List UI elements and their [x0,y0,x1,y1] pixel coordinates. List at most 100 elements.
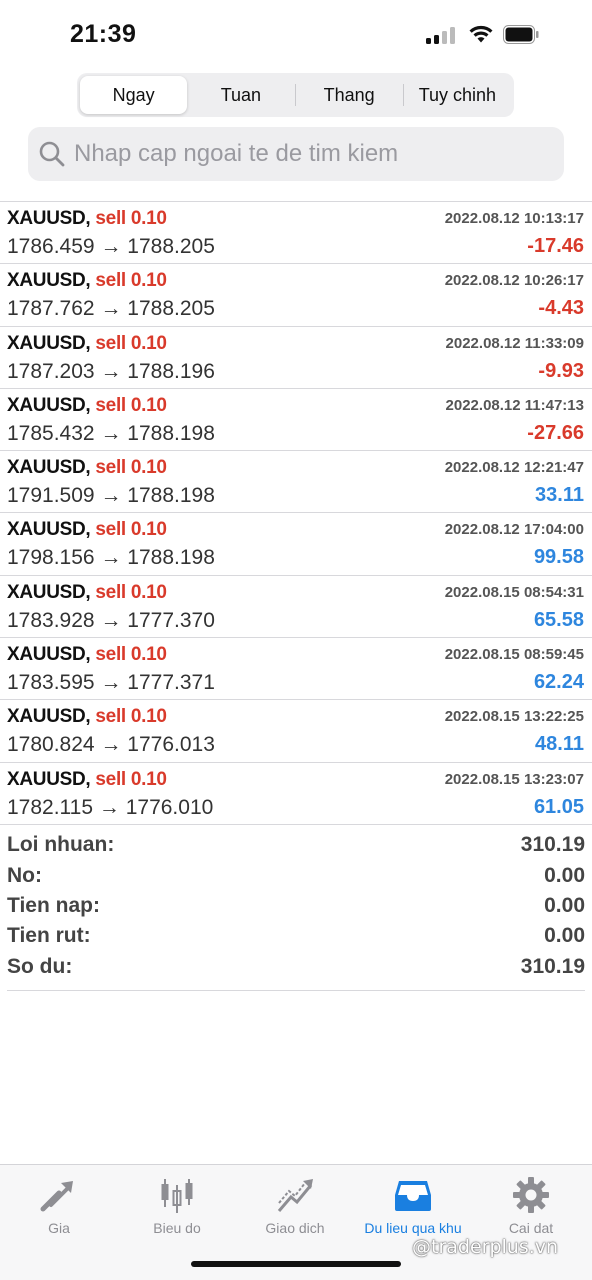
deal-symbol: XAUUSD, [7,644,91,666]
deal-prices: 1798.156 → 1788.198 [7,546,215,570]
deal-open-price: 1783.928 [7,608,95,632]
deal-side-volume: sell 0.10 [95,519,167,541]
deal-time: 2022.08.12 10:26:17 [444,272,584,290]
deal-profit: 62.24 [533,671,584,694]
deal-title: XAUUSD, sell 0.10 [7,769,167,791]
deal-side-volume: sell 0.10 [95,768,167,790]
deal-close-price: 1788.198 [127,421,215,445]
segment-week[interactable]: Tuan [187,76,294,114]
deal-close-price: 1776.010 [125,795,214,819]
deal-history-list: XAUUSD, sell 0.10 1786.459 → 1788.205 2022… [0,201,592,825]
deal-side-volume: sell 0.10 [95,581,167,603]
deal-row[interactable]: XAUUSD, sell 0.10 1798.156 → 1788.198 2022… [0,513,592,576]
summary-row: Loi nhuan: 310.19 [7,830,585,860]
deal-profit: 33.11 [535,484,584,507]
summary-row: So du: 310.19 [7,952,585,982]
summary-row: Tien rut: 0.00 [7,921,585,951]
deal-title: XAUUSD, sell 0.10 [7,270,167,292]
segment-week-label: Tuan [220,84,262,105]
deal-profit: -4.43 [538,297,584,320]
tab-chart[interactable]: Bieu do [118,1175,236,1236]
tab-trade[interactable]: Giao dich [236,1175,354,1236]
deal-prices: 1782.115 → 1776.010 [7,796,213,820]
deal-side-volume: sell 0.10 [95,394,167,416]
quotes-arrows-icon [40,1181,73,1212]
deal-title: XAUUSD, sell 0.10 [7,333,167,355]
wifi-icon [469,25,493,43]
arrow-right-icon: → [100,608,122,632]
deal-open-price: 1787.203 [7,359,95,383]
deal-symbol: XAUUSD, [7,208,91,229]
watermark: @traderplus.vn [412,1236,559,1258]
search-bar[interactable] [28,127,564,181]
deal-profit: 65.58 [533,608,584,631]
deal-row[interactable]: XAUUSD, sell 0.10 1787.762 → 1788.205 2022… [0,264,592,327]
tab-history[interactable]: Du lieu qua khu [354,1175,472,1236]
segment-custom[interactable]: Tuy chinh [404,76,511,114]
deal-open-price: 1782.115 [7,795,94,819]
deal-profit: 61.05 [533,795,584,818]
deal-close-price: 1788.205 [127,235,215,258]
deal-open-price: 1791.509 [7,484,95,508]
arrow-right-icon: → [100,546,122,570]
deal-close-price: 1788.196 [127,359,215,383]
summary-value: 310.19 [520,833,585,857]
deal-open-price: 1780.824 [7,733,95,757]
deal-profit: -17.46 [527,235,584,257]
arrow-right-icon: → [100,421,122,445]
deal-prices: 1780.824 → 1776.013 [7,733,215,757]
deal-side-volume: sell 0.10 [95,644,167,666]
deal-profit: 48.11 [535,733,584,756]
deal-close-price: 1777.371 [127,671,215,695]
search-input[interactable] [74,140,554,168]
deal-symbol: XAUUSD, [7,457,91,479]
deal-row[interactable]: XAUUSD, sell 0.10 1782.115 → 1776.010 2022… [0,763,592,825]
deal-time: 2022.08.12 10:13:17 [444,210,584,227]
deal-row[interactable]: XAUUSD, sell 0.10 1780.824 → 1776.013 2022… [0,700,592,763]
deal-side-volume: sell 0.10 [95,457,167,479]
deal-row[interactable]: XAUUSD, sell 0.10 1791.509 → 1788.198 2022… [0,451,592,514]
deal-time: 2022.08.15 13:23:07 [444,770,584,788]
summary-value: 310.19 [520,954,585,978]
deal-open-price: 1785.432 [7,421,95,445]
deal-title: XAUUSD, sell 0.10 [7,208,167,230]
status-bar: 21:39 [0,0,592,70]
deal-time: 2022.08.12 11:47:13 [445,396,584,414]
search-icon [39,141,65,167]
deal-symbol: XAUUSD, [7,768,91,790]
deal-prices: 1787.762 → 1788.205 [7,297,215,321]
battery-icon [503,25,539,44]
cellular-signal-icon [426,26,458,44]
deal-close-price: 1776.013 [127,733,215,757]
deal-prices: 1783.928 → 1777.370 [7,609,215,633]
summary-label: Tien rut: [7,924,91,948]
arrow-right-icon: → [100,484,122,508]
deal-open-price: 1783.595 [7,671,95,695]
deal-row[interactable]: XAUUSD, sell 0.10 1783.928 → 1777.370 2022… [0,576,592,639]
deal-profit: -27.66 [527,421,584,444]
deal-time: 2022.08.15 08:59:45 [444,646,584,664]
deal-profit: 99.58 [533,546,584,569]
deal-prices: 1783.595 → 1777.371 [7,671,215,695]
account-summary: Loi nhuan: 310.19 No: 0.00 Tien nap: 0.00 Tien… [7,830,585,991]
deal-row[interactable]: XAUUSD, sell 0.10 1786.459 → 1788.205 2022… [0,202,592,265]
tab-history-label: Du lieu qua khu [364,1220,462,1236]
deal-symbol: XAUUSD, [7,581,91,603]
arrow-right-icon: → [100,297,122,321]
summary-label: So du: [7,954,73,978]
segment-day[interactable]: Ngay [80,76,188,114]
deal-close-price: 1788.198 [127,546,215,570]
tab-quotes[interactable]: Gia [0,1175,118,1236]
deal-title: XAUUSD, sell 0.10 [7,395,167,417]
deal-symbol: XAUUSD, [7,394,91,416]
deal-symbol: XAUUSD, [7,519,91,541]
summary-row: Tien nap: 0.00 [7,891,585,921]
summary-value: 0.00 [544,863,585,887]
segment-month[interactable]: Thang [296,76,403,114]
home-indicator[interactable] [191,1261,401,1267]
deal-row[interactable]: XAUUSD, sell 0.10 1787.203 → 1788.196 2022… [0,327,592,389]
candlestick-chart-icon [161,1179,193,1213]
deal-row[interactable]: XAUUSD, sell 0.10 1785.432 → 1788.198 2022… [0,389,592,452]
deal-row[interactable]: XAUUSD, sell 0.10 1783.595 → 1777.371 2022… [0,638,592,701]
tab-settings[interactable]: Cai dat [472,1175,590,1236]
